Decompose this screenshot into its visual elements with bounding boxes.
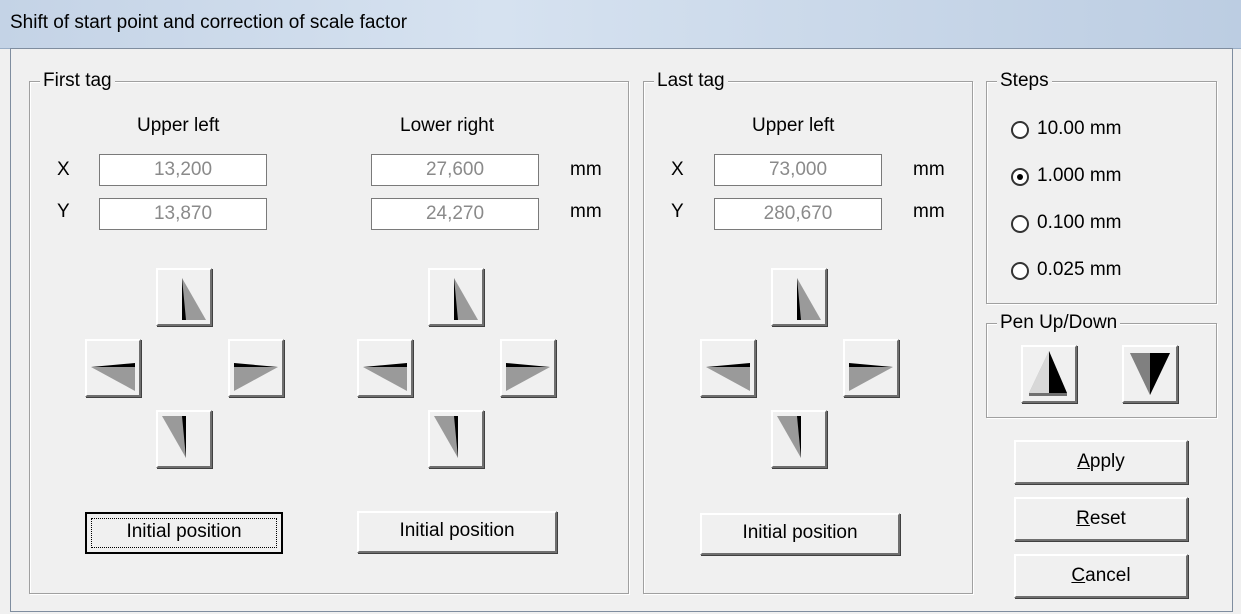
first-tag-group: First tag Upper left Lower right X Y 13,… [29,70,629,594]
cancel-button[interactable]: Cancel [1014,554,1188,598]
upper-left-down-button[interactable] [156,410,212,468]
unit-label: mm [570,159,602,180]
last-initial-position-button[interactable]: Initial position [700,513,900,555]
steps-legend: Steps [997,70,1052,92]
pen-up-icon [1029,351,1067,396]
lower-right-heading: Lower right [400,115,494,136]
arrow-up-icon [454,278,478,320]
dialog-body: First tag Upper left Lower right X Y 13,… [10,48,1233,612]
last-tag-group: Last tag Upper left X Y 73,000 280,670 m… [643,70,973,594]
last-right-button[interactable] [843,339,899,397]
last-left-button[interactable] [700,339,756,397]
lower-right-up-button[interactable] [428,268,484,326]
radio-label: 0.025 mm [1037,259,1122,280]
arrow-right-icon [849,363,893,391]
first-upper-left-initial-position-button[interactable]: Initial position [85,512,283,554]
arrow-up-icon [182,278,206,320]
reset-label: Reset [1076,508,1126,529]
button-label: Initial position [399,520,515,541]
first-upper-left-x-field[interactable]: 13,200 [99,154,267,186]
lower-right-right-button[interactable] [500,339,556,397]
cancel-label: Cancel [1071,565,1131,586]
last-upper-left-y-field[interactable]: 280,670 [714,198,882,230]
apply-button[interactable]: Apply [1014,440,1188,484]
lower-right-left-button[interactable] [357,339,413,397]
unit-label: mm [913,159,945,180]
x-label: X [671,159,684,180]
radio-label: 1.000 mm [1037,165,1122,186]
radio-selected-icon [1011,168,1029,186]
first-lower-right-y-field[interactable]: 24,270 [371,198,539,230]
first-lower-right-x-field[interactable]: 27,600 [371,154,539,186]
radio-label: 0.100 mm [1037,212,1122,233]
upper-left-heading: Upper left [752,115,835,136]
radio-label: 10.00 mm [1037,118,1122,139]
reset-button[interactable]: Reset [1014,497,1188,541]
last-tag-legend: Last tag [654,70,728,92]
upper-left-left-button[interactable] [85,339,141,397]
upper-left-heading: Upper left [137,115,220,136]
last-up-button[interactable] [771,268,827,326]
first-lower-right-initial-position-button[interactable]: Initial position [357,511,557,553]
last-down-button[interactable] [771,410,827,468]
pen-up-button[interactable] [1021,345,1077,403]
first-upper-left-y-field[interactable]: 13,870 [99,198,267,230]
button-label: Initial position [742,522,858,543]
radio-icon [1011,262,1029,280]
x-label: X [57,159,70,180]
arrow-down-icon [777,416,801,458]
arrow-left-icon [91,363,135,391]
pen-down-button[interactable] [1122,345,1178,403]
arrow-up-icon [797,278,821,320]
last-upper-left-x-field[interactable]: 73,000 [714,154,882,186]
arrow-left-icon [363,363,407,391]
button-label: Initial position [126,521,242,542]
window-title: Shift of start point and correction of s… [10,12,408,33]
arrow-down-icon [162,416,186,458]
pen-group: Pen Up/Down [986,312,1217,418]
arrow-left-icon [706,363,750,391]
first-tag-legend: First tag [40,70,115,92]
arrow-right-icon [234,363,278,391]
unit-label: mm [913,201,945,222]
title-bar: Shift of start point and correction of s… [0,0,1241,49]
upper-left-right-button[interactable] [228,339,284,397]
y-label: Y [57,201,70,222]
pen-legend: Pen Up/Down [997,312,1121,334]
radio-icon [1011,121,1029,139]
lower-right-down-button[interactable] [428,410,484,468]
steps-group: Steps 10.00 mm 1.000 mm 0.100 mm 0.025 m… [986,70,1217,304]
arrow-right-icon [506,363,550,391]
apply-label: Apply [1077,451,1125,472]
y-label: Y [671,201,684,222]
upper-left-up-button[interactable] [156,268,212,326]
pen-down-icon [1130,353,1170,395]
arrow-down-icon [434,416,458,458]
radio-icon [1011,215,1029,233]
unit-label: mm [570,201,602,222]
